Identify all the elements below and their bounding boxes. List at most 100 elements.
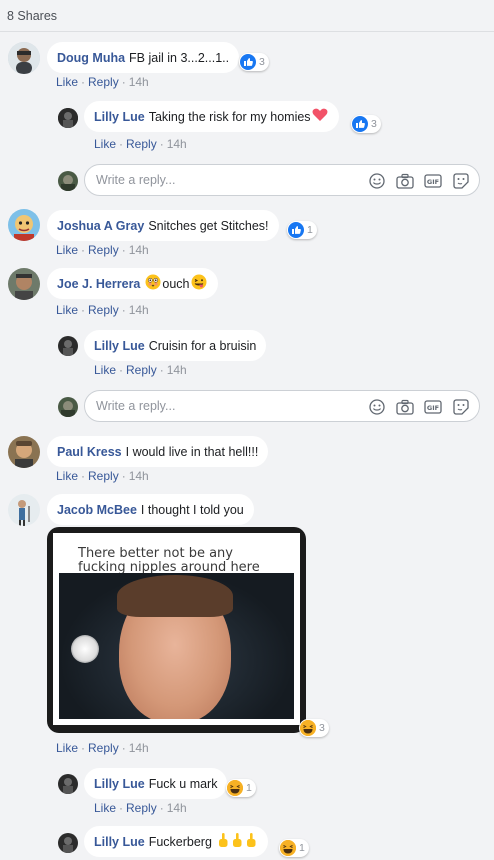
camera-icon[interactable]: [395, 171, 415, 191]
my-avatar: [58, 397, 78, 417]
avatar[interactable]: [58, 833, 78, 853]
comment-author[interactable]: Lilly Lue: [94, 110, 145, 124]
comment-bubble: Jacob McBee I thought I told you: [47, 494, 254, 525]
like-link[interactable]: Like: [56, 243, 78, 257]
comment-actions: Like · Reply · 14h: [94, 363, 187, 377]
timestamp[interactable]: 14h: [129, 741, 149, 755]
like-link[interactable]: Like: [56, 75, 78, 89]
comment-author[interactable]: Joshua A Gray: [57, 219, 144, 233]
hair: [117, 575, 233, 617]
reply-link[interactable]: Reply: [88, 243, 119, 257]
comment-actions: Like · Reply · 14h: [56, 303, 149, 317]
comment-text: Cruisin for a bruisin: [148, 338, 257, 353]
middle-finger-emoji: [245, 832, 257, 851]
reply-link[interactable]: Reply: [88, 469, 119, 483]
flushed-emoji: [145, 274, 161, 293]
comment-actions: Like · Reply · 14h: [94, 801, 187, 815]
reply-input[interactable]: Write a reply... GIF: [84, 164, 480, 196]
reaction-count: 3: [259, 56, 265, 68]
avatar[interactable]: [8, 42, 40, 74]
sticker-icon[interactable]: [451, 171, 471, 191]
sticker-icon[interactable]: [451, 397, 471, 417]
smiley-icon[interactable]: [367, 397, 387, 417]
haha-icon: [227, 780, 243, 796]
timestamp[interactable]: 14h: [129, 303, 149, 317]
comment-author[interactable]: Lilly Lue: [94, 339, 145, 353]
timestamp[interactable]: 14h: [129, 243, 149, 257]
timestamp[interactable]: 14h: [167, 363, 187, 377]
like-link[interactable]: Like: [94, 363, 116, 377]
like-link[interactable]: Like: [94, 801, 116, 815]
reaction-count: 3: [371, 118, 377, 130]
meme-photo: [59, 573, 294, 719]
comment-author[interactable]: Lilly Lue: [94, 835, 145, 849]
meme-frame: There better not be any fucking nipples …: [53, 533, 300, 725]
comment-image[interactable]: There better not be any fucking nipples …: [47, 527, 306, 733]
comment-text: Taking the risk for my homies: [148, 109, 311, 124]
reply-link[interactable]: Reply: [126, 801, 157, 815]
reaction-summary[interactable]: 3: [351, 115, 381, 133]
avatar[interactable]: [8, 494, 40, 526]
svg-text:GIF: GIF: [427, 178, 439, 186]
reply-link[interactable]: Reply: [126, 363, 157, 377]
reply-link[interactable]: Reply: [126, 137, 157, 151]
comment-author[interactable]: Jacob McBee: [57, 503, 137, 517]
like-link[interactable]: Like: [56, 741, 78, 755]
shares-count[interactable]: 8 Shares: [7, 9, 57, 23]
gif-icon[interactable]: GIF: [423, 397, 443, 417]
comment-bubble: Lilly Lue Fuck u mark: [84, 768, 228, 799]
reply-placeholder: Write a reply...: [96, 173, 176, 187]
timestamp[interactable]: 14h: [129, 75, 149, 89]
comment-author[interactable]: Paul Kress: [57, 445, 122, 459]
comment-text: FB jail in 3...2...1..: [129, 50, 230, 65]
timestamp[interactable]: 14h: [129, 469, 149, 483]
comment-bubble: Lilly Lue Fuckerberg: [84, 826, 268, 857]
reply-input[interactable]: Write a reply... GIF: [84, 390, 480, 422]
reaction-count: 1: [307, 224, 313, 236]
divider: [0, 31, 494, 32]
comment-text: Snitches get Stitches!: [148, 218, 269, 233]
middle-finger-emoji: [217, 832, 229, 851]
comment-actions: Like · Reply · 14h: [94, 137, 187, 151]
comment-author[interactable]: Lilly Lue: [94, 777, 145, 791]
avatar[interactable]: [58, 774, 78, 794]
like-link[interactable]: Like: [56, 469, 78, 483]
comment-text: ouch: [162, 276, 190, 291]
reply-link[interactable]: Reply: [88, 303, 119, 317]
light-flare: [71, 635, 99, 663]
like-link[interactable]: Like: [94, 137, 116, 151]
comment-author[interactable]: Doug Muha: [57, 51, 125, 65]
reaction-summary[interactable]: 3: [239, 53, 269, 71]
svg-text:GIF: GIF: [427, 404, 439, 412]
heart-icon: [312, 108, 328, 125]
avatar[interactable]: [8, 436, 40, 468]
comment-bubble: Lilly Lue Cruisin for a bruisin: [84, 330, 267, 361]
timestamp[interactable]: 14h: [167, 137, 187, 151]
reaction-summary[interactable]: 1: [279, 839, 309, 857]
comment-author[interactable]: Joe J. Herrera: [57, 277, 140, 291]
reaction-summary[interactable]: 1: [287, 221, 317, 239]
camera-icon[interactable]: [395, 397, 415, 417]
comment-bubble: Joshua A Gray Snitches get Stitches!: [47, 210, 279, 241]
like-icon: [352, 116, 368, 132]
like-link[interactable]: Like: [56, 303, 78, 317]
avatar[interactable]: [8, 268, 40, 300]
comment-actions: Like · Reply · 14h: [56, 243, 149, 257]
timestamp[interactable]: 14h: [167, 801, 187, 815]
comment-text: I thought I told you: [140, 502, 244, 517]
smiley-icon[interactable]: [367, 171, 387, 191]
avatar[interactable]: [8, 209, 40, 241]
comment-text: Fuck u mark: [148, 776, 218, 791]
avatar[interactable]: [58, 336, 78, 356]
reply-link[interactable]: Reply: [88, 75, 119, 89]
reaction-count: 1: [246, 782, 252, 794]
reply-placeholder: Write a reply...: [96, 399, 176, 413]
reply-link[interactable]: Reply: [88, 741, 119, 755]
my-avatar: [58, 171, 78, 191]
reaction-summary[interactable]: 3: [299, 719, 329, 737]
reaction-summary[interactable]: 1: [226, 779, 256, 797]
like-icon: [288, 222, 304, 238]
avatar[interactable]: [58, 108, 78, 128]
gif-icon[interactable]: GIF: [423, 171, 443, 191]
tongue-emoji: [191, 274, 207, 293]
